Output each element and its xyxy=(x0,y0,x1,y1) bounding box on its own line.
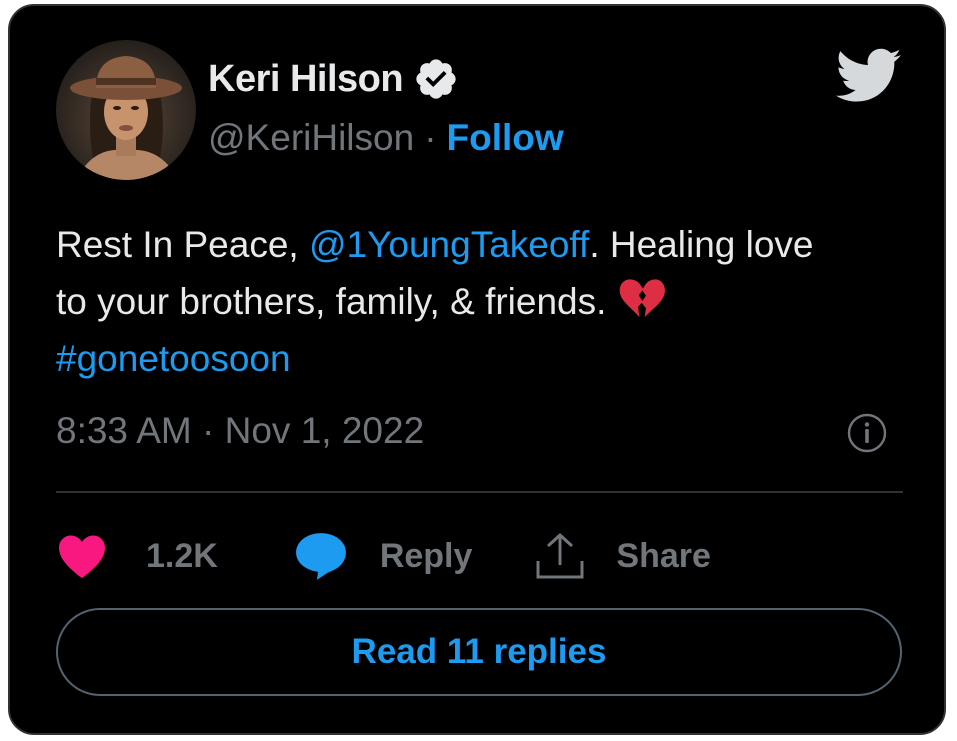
share-label: Share xyxy=(616,536,711,575)
broken-heart-emoji-icon xyxy=(617,278,667,320)
heart-icon xyxy=(56,533,108,579)
avatar[interactable] xyxy=(56,40,196,180)
like-button[interactable]: 1.2K xyxy=(56,533,218,579)
share-button[interactable]: Share xyxy=(534,531,711,581)
like-count: 1.2K xyxy=(146,536,218,575)
reply-label: Reply xyxy=(379,536,473,575)
speech-bubble-icon xyxy=(294,531,348,581)
tweet-text: Rest In Peace, @1YoungTakeoff. Healing l… xyxy=(56,216,896,387)
read-replies-button[interactable]: Read 11 replies xyxy=(56,608,902,696)
author-handle[interactable]: @KeriHilson xyxy=(208,117,414,159)
tweet-text-line1-suffix: . Healing love xyxy=(589,224,814,265)
reply-button[interactable]: Reply xyxy=(294,531,473,581)
author-name[interactable]: Keri Hilson xyxy=(208,58,404,101)
hashtag-link[interactable]: #gonetoosoon xyxy=(56,338,291,379)
author-name-row: Keri Hilson xyxy=(208,56,459,102)
tweet-text-prefix: Rest In Peace, xyxy=(56,224,309,265)
handle-row: @KeriHilson · Follow xyxy=(208,117,564,159)
separator-dot: · xyxy=(424,117,437,158)
avatar-image xyxy=(56,40,196,180)
info-icon[interactable] xyxy=(846,412,888,454)
action-bar: 1.2K Reply Share xyxy=(56,526,711,586)
verified-badge-icon xyxy=(413,56,459,102)
tweet-text-line2: to your brothers, family, & friends. xyxy=(56,281,617,322)
mention-link[interactable]: @1YoungTakeoff xyxy=(309,224,589,265)
follow-button[interactable]: Follow xyxy=(447,117,564,159)
twitter-bird-icon[interactable] xyxy=(835,48,902,104)
tweet-card: Keri Hilson @KeriHilson · Follow Rest In… xyxy=(8,4,946,735)
tweet-timestamp[interactable]: 8:33 AM · Nov 1, 2022 xyxy=(56,410,424,452)
share-upload-icon xyxy=(534,531,586,581)
divider xyxy=(56,491,903,493)
read-replies-label: Read 11 replies xyxy=(351,632,607,671)
